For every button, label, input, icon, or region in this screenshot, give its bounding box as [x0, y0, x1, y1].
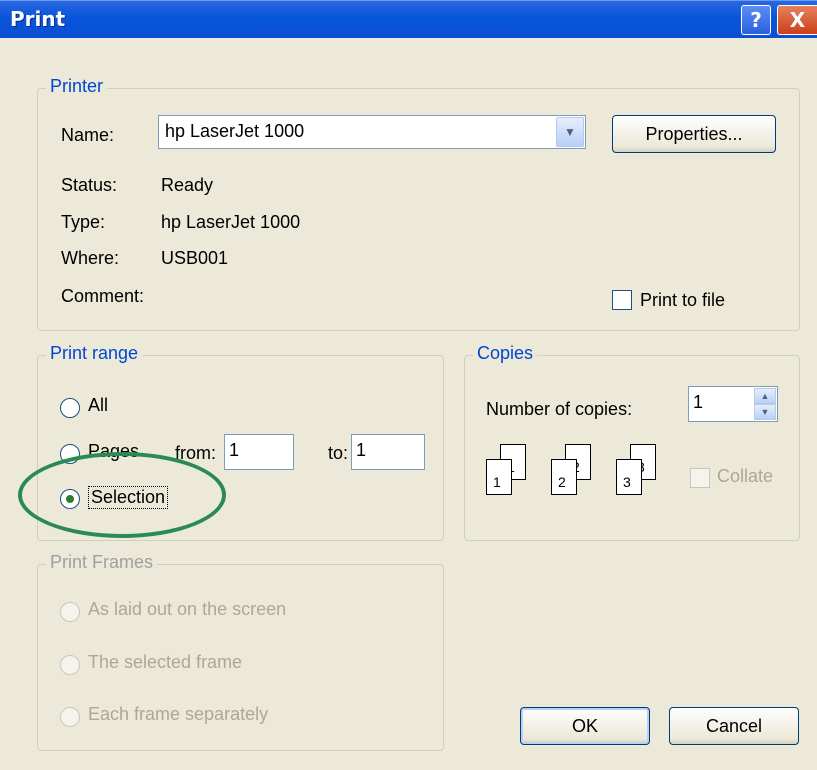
to-input[interactable]: 1	[351, 434, 425, 470]
print-to-file-label[interactable]: Print to file	[640, 290, 725, 311]
spin-arrows-icon[interactable]: ▲ ▼	[754, 388, 776, 420]
each-frame-label: Each frame separately	[88, 704, 269, 724]
radio-each-frame[interactable]	[60, 707, 80, 727]
ok-button[interactable]: OK	[520, 707, 650, 745]
number-of-copies-input[interactable]: 1 ▲ ▼	[688, 386, 778, 422]
chevron-down-icon[interactable]: ▼	[556, 117, 584, 147]
radio-all-label[interactable]: All	[88, 395, 108, 416]
print-range-legend: Print range	[46, 343, 143, 364]
number-of-copies-value: 1	[693, 392, 704, 412]
to-value: 1	[356, 440, 367, 460]
collate-checkbox[interactable]	[690, 468, 710, 488]
from-value: 1	[229, 440, 240, 460]
comment-label: Comment:	[61, 286, 145, 306]
page-icon: 3	[616, 459, 642, 495]
type-label: Type:	[61, 212, 106, 232]
radio-all[interactable]	[60, 398, 80, 418]
status-value: Ready	[161, 175, 214, 195]
close-icon: X	[789, 8, 806, 32]
selected-frame-label: The selected frame	[88, 652, 243, 672]
from-input[interactable]: 1	[224, 434, 294, 470]
close-button[interactable]: X	[777, 5, 817, 35]
help-button[interactable]: ?	[741, 5, 771, 35]
radio-selected-frame[interactable]	[60, 655, 80, 675]
page-icon: 1	[486, 459, 512, 495]
help-icon: ?	[750, 8, 762, 32]
to-label: to:	[328, 443, 349, 463]
status-label: Status:	[61, 175, 118, 195]
radio-selection[interactable]	[60, 489, 80, 509]
copies-legend: Copies	[473, 343, 538, 364]
properties-button[interactable]: Properties...	[612, 115, 776, 153]
printer-name-select[interactable]: hp LaserJet 1000 ▼	[158, 115, 586, 149]
as-laid-out-label: As laid out on the screen	[88, 599, 287, 619]
print-to-file-checkbox[interactable]	[612, 290, 632, 310]
printer-legend: Printer	[46, 76, 108, 97]
radio-selection-label[interactable]: Selection	[88, 486, 169, 509]
collate-label: Collate	[717, 466, 774, 486]
type-value: hp LaserJet 1000	[161, 212, 301, 232]
cancel-button[interactable]: Cancel	[669, 707, 799, 745]
radio-as-laid-out[interactable]	[60, 602, 80, 622]
printer-name-value: hp LaserJet 1000	[165, 121, 305, 141]
name-label: Name:	[61, 125, 115, 145]
page-icon: 2	[551, 459, 577, 495]
where-value: USB001	[161, 248, 229, 268]
number-of-copies-label: Number of copies:	[486, 399, 633, 419]
window-title: Print	[10, 7, 66, 31]
where-label: Where:	[61, 248, 120, 268]
title-bar: Print ? X	[0, 0, 817, 38]
print-frames-legend: Print Frames	[46, 552, 158, 573]
